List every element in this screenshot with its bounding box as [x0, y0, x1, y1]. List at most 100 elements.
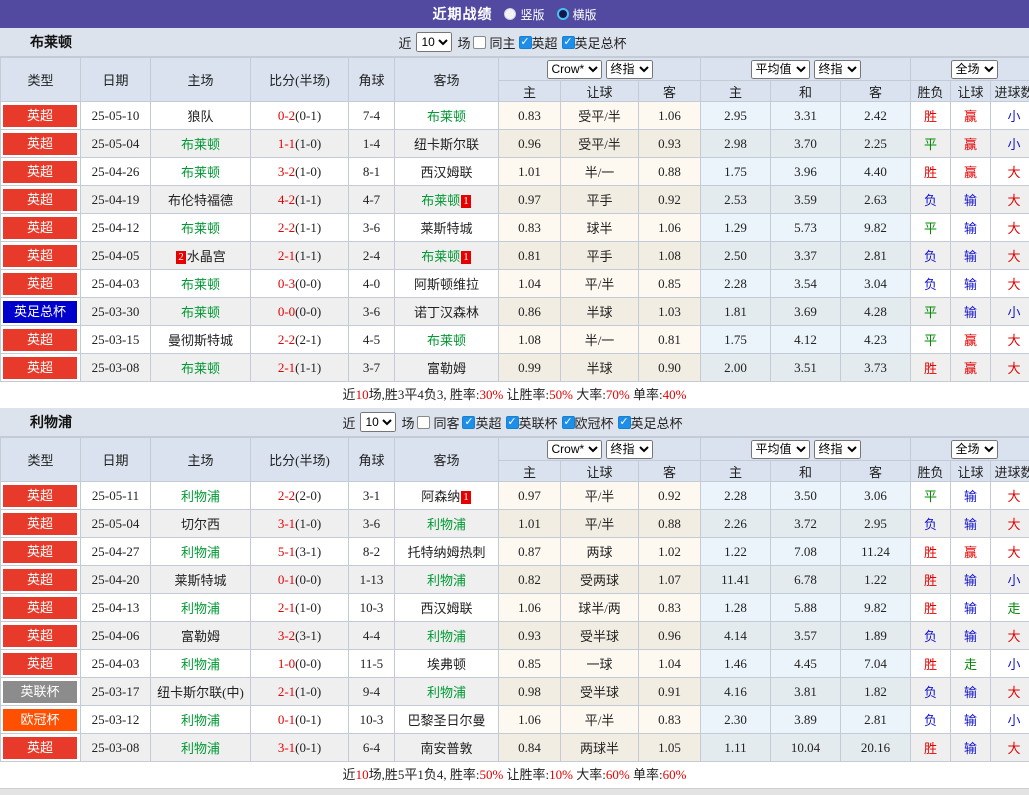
filters-bar: 近 10 场 同客 ✓英超✓英联杯✓欧冠杯✓英足总杯: [342, 412, 686, 432]
match-date-cell: 25-04-26: [81, 158, 151, 186]
average-odds-header: 平均值终指: [701, 58, 911, 81]
result-text: 负: [924, 685, 937, 700]
away-team-cell: 利物浦: [395, 678, 499, 706]
handicap-result-cell: 输: [951, 566, 991, 594]
team-name-text: 切尔西: [181, 517, 220, 532]
bookmaker-select[interactable]: Crow*: [547, 440, 602, 459]
games-count-select[interactable]: 10: [360, 412, 396, 432]
summary-segment: 让胜率:: [503, 767, 549, 782]
corner-cell: 1-13: [349, 566, 395, 594]
corner-cell: 6-4: [349, 734, 395, 762]
team-name-text: 曼彻斯特城: [168, 333, 233, 348]
col-header-result-goals: 进球数: [991, 81, 1029, 102]
odds-away-cell: 1.07: [639, 566, 701, 594]
team-name-text: 布莱顿: [181, 305, 220, 320]
col-header-avg-home: 主: [701, 461, 771, 482]
score-cell: 5-1(3-1): [251, 538, 349, 566]
league-type-badge: 英超: [3, 357, 77, 379]
home-team-cell: 利物浦: [151, 594, 251, 622]
vertical-layout-option[interactable]: 竖版: [504, 6, 544, 23]
league-filter-checkbox[interactable]: ✓: [562, 416, 575, 429]
league-type-badge: 英超: [3, 513, 77, 535]
final-index-select-1[interactable]: 终指: [606, 60, 653, 79]
same-venue-checkbox[interactable]: [417, 416, 430, 429]
home-team-cell: 利物浦: [151, 706, 251, 734]
result-text: 输: [964, 601, 977, 616]
team-name-text: 阿斯顿维拉: [414, 277, 479, 292]
fulltime-score: 3-2: [278, 628, 295, 643]
halftime-score: (1-0): [295, 516, 321, 531]
league-filter-checkbox[interactable]: ✓: [519, 36, 532, 49]
final-index-select-2[interactable]: 终指: [814, 440, 861, 459]
team-name-text: 布莱顿: [421, 249, 460, 264]
halftime-score: (1-0): [295, 136, 321, 151]
away-team-cell: 布莱顿: [395, 102, 499, 130]
league-filter-checkbox[interactable]: ✓: [618, 416, 631, 429]
avg-away-cell: 4.28: [841, 298, 911, 326]
away-team-cell: 埃弗顿: [395, 650, 499, 678]
score-cell: 2-1(1-1): [251, 354, 349, 382]
team-name-text: 利物浦: [427, 573, 466, 588]
match-date-cell: 25-03-17: [81, 678, 151, 706]
team-name-text: 西汉姆联: [420, 601, 472, 616]
horizontal-layout-option[interactable]: 横版: [557, 6, 597, 23]
away-team-cell: 阿森纳1: [395, 482, 499, 510]
team-name-text: 富勒姆: [181, 629, 220, 644]
result-cell: 负: [911, 510, 951, 538]
avg-home-cell: 2.28: [701, 270, 771, 298]
score-cell: 4-2(1-1): [251, 186, 349, 214]
same-venue-checkbox[interactable]: [473, 36, 486, 49]
odds-handicap-cell: 半/一: [561, 326, 639, 354]
odds-handicap-cell: 受平/半: [561, 102, 639, 130]
corner-cell: 11-5: [349, 650, 395, 678]
page-title: 近期战绩: [432, 4, 492, 24]
handicap-result-cell: 赢: [951, 102, 991, 130]
odds-away-cell: 0.85: [639, 270, 701, 298]
halftime-score: (1-0): [295, 164, 321, 179]
avg-away-cell: 2.63: [841, 186, 911, 214]
final-index-select-2[interactable]: 终指: [814, 60, 861, 79]
corner-cell: 3-6: [349, 214, 395, 242]
table-row: 英超25-04-03利物浦1-0(0-0)11-5埃弗顿0.85一球1.041.…: [1, 650, 1029, 678]
corner-cell: 10-3: [349, 706, 395, 734]
avg-away-cell: 3.04: [841, 270, 911, 298]
league-filter-checkbox[interactable]: ✓: [462, 416, 475, 429]
games-count-select[interactable]: 10: [416, 32, 452, 52]
scope-select[interactable]: 全场: [951, 440, 998, 459]
result-text: 输: [964, 685, 977, 700]
final-index-select-1[interactable]: 终指: [606, 440, 653, 459]
league-type-badge: 英超: [3, 245, 77, 267]
summary-line: 近10场,胜3平4负3, 胜率:30% 让胜率:50% 大率:70% 单率:40…: [0, 382, 1029, 408]
goals-result-cell: 大: [991, 678, 1029, 706]
same-venue-label: 同客: [433, 413, 459, 432]
result-cell: 胜: [911, 650, 951, 678]
horizontal-radio-icon[interactable]: [557, 8, 569, 20]
scope-select[interactable]: 全场: [951, 60, 998, 79]
team-name-text: 托特纳姆热刺: [407, 545, 485, 560]
average-select[interactable]: 平均值: [751, 440, 810, 459]
corner-cell: 3-6: [349, 298, 395, 326]
league-type-badge: 英超: [3, 133, 77, 155]
average-select[interactable]: 平均值: [751, 60, 810, 79]
bookmaker-select[interactable]: Crow*: [547, 60, 602, 79]
result-cell: 负: [911, 678, 951, 706]
result-text: 胜: [924, 573, 937, 588]
league-filter-checkbox[interactable]: ✓: [506, 416, 519, 429]
vertical-radio-icon[interactable]: [504, 8, 516, 20]
team-rank-badge: 1: [461, 251, 471, 264]
fulltime-score: 2-2: [278, 488, 295, 503]
crown-odds-header: Crow*终指: [499, 438, 701, 461]
home-team-cell: 利物浦: [151, 482, 251, 510]
goals-result-cell: 大: [991, 482, 1029, 510]
avg-draw-cell: 3.31: [771, 102, 841, 130]
odds-home-cell: 0.99: [499, 354, 561, 382]
league-type-cell: 英超: [1, 130, 81, 158]
table-row: 英超25-04-13利物浦2-1(1-0)10-3西汉姆联1.06球半/两0.8…: [1, 594, 1029, 622]
match-date-cell: 25-03-30: [81, 298, 151, 326]
avg-home-cell: 1.46: [701, 650, 771, 678]
summary-line: 近10场,胜5平1负4, 胜率:50% 让胜率:10% 大率:60% 单率:60…: [0, 762, 1029, 788]
league-filter-checkbox[interactable]: ✓: [562, 36, 575, 49]
away-team-cell: 布莱顿1: [395, 242, 499, 270]
away-team-cell: 富勒姆: [395, 354, 499, 382]
league-type-cell: 英超: [1, 482, 81, 510]
